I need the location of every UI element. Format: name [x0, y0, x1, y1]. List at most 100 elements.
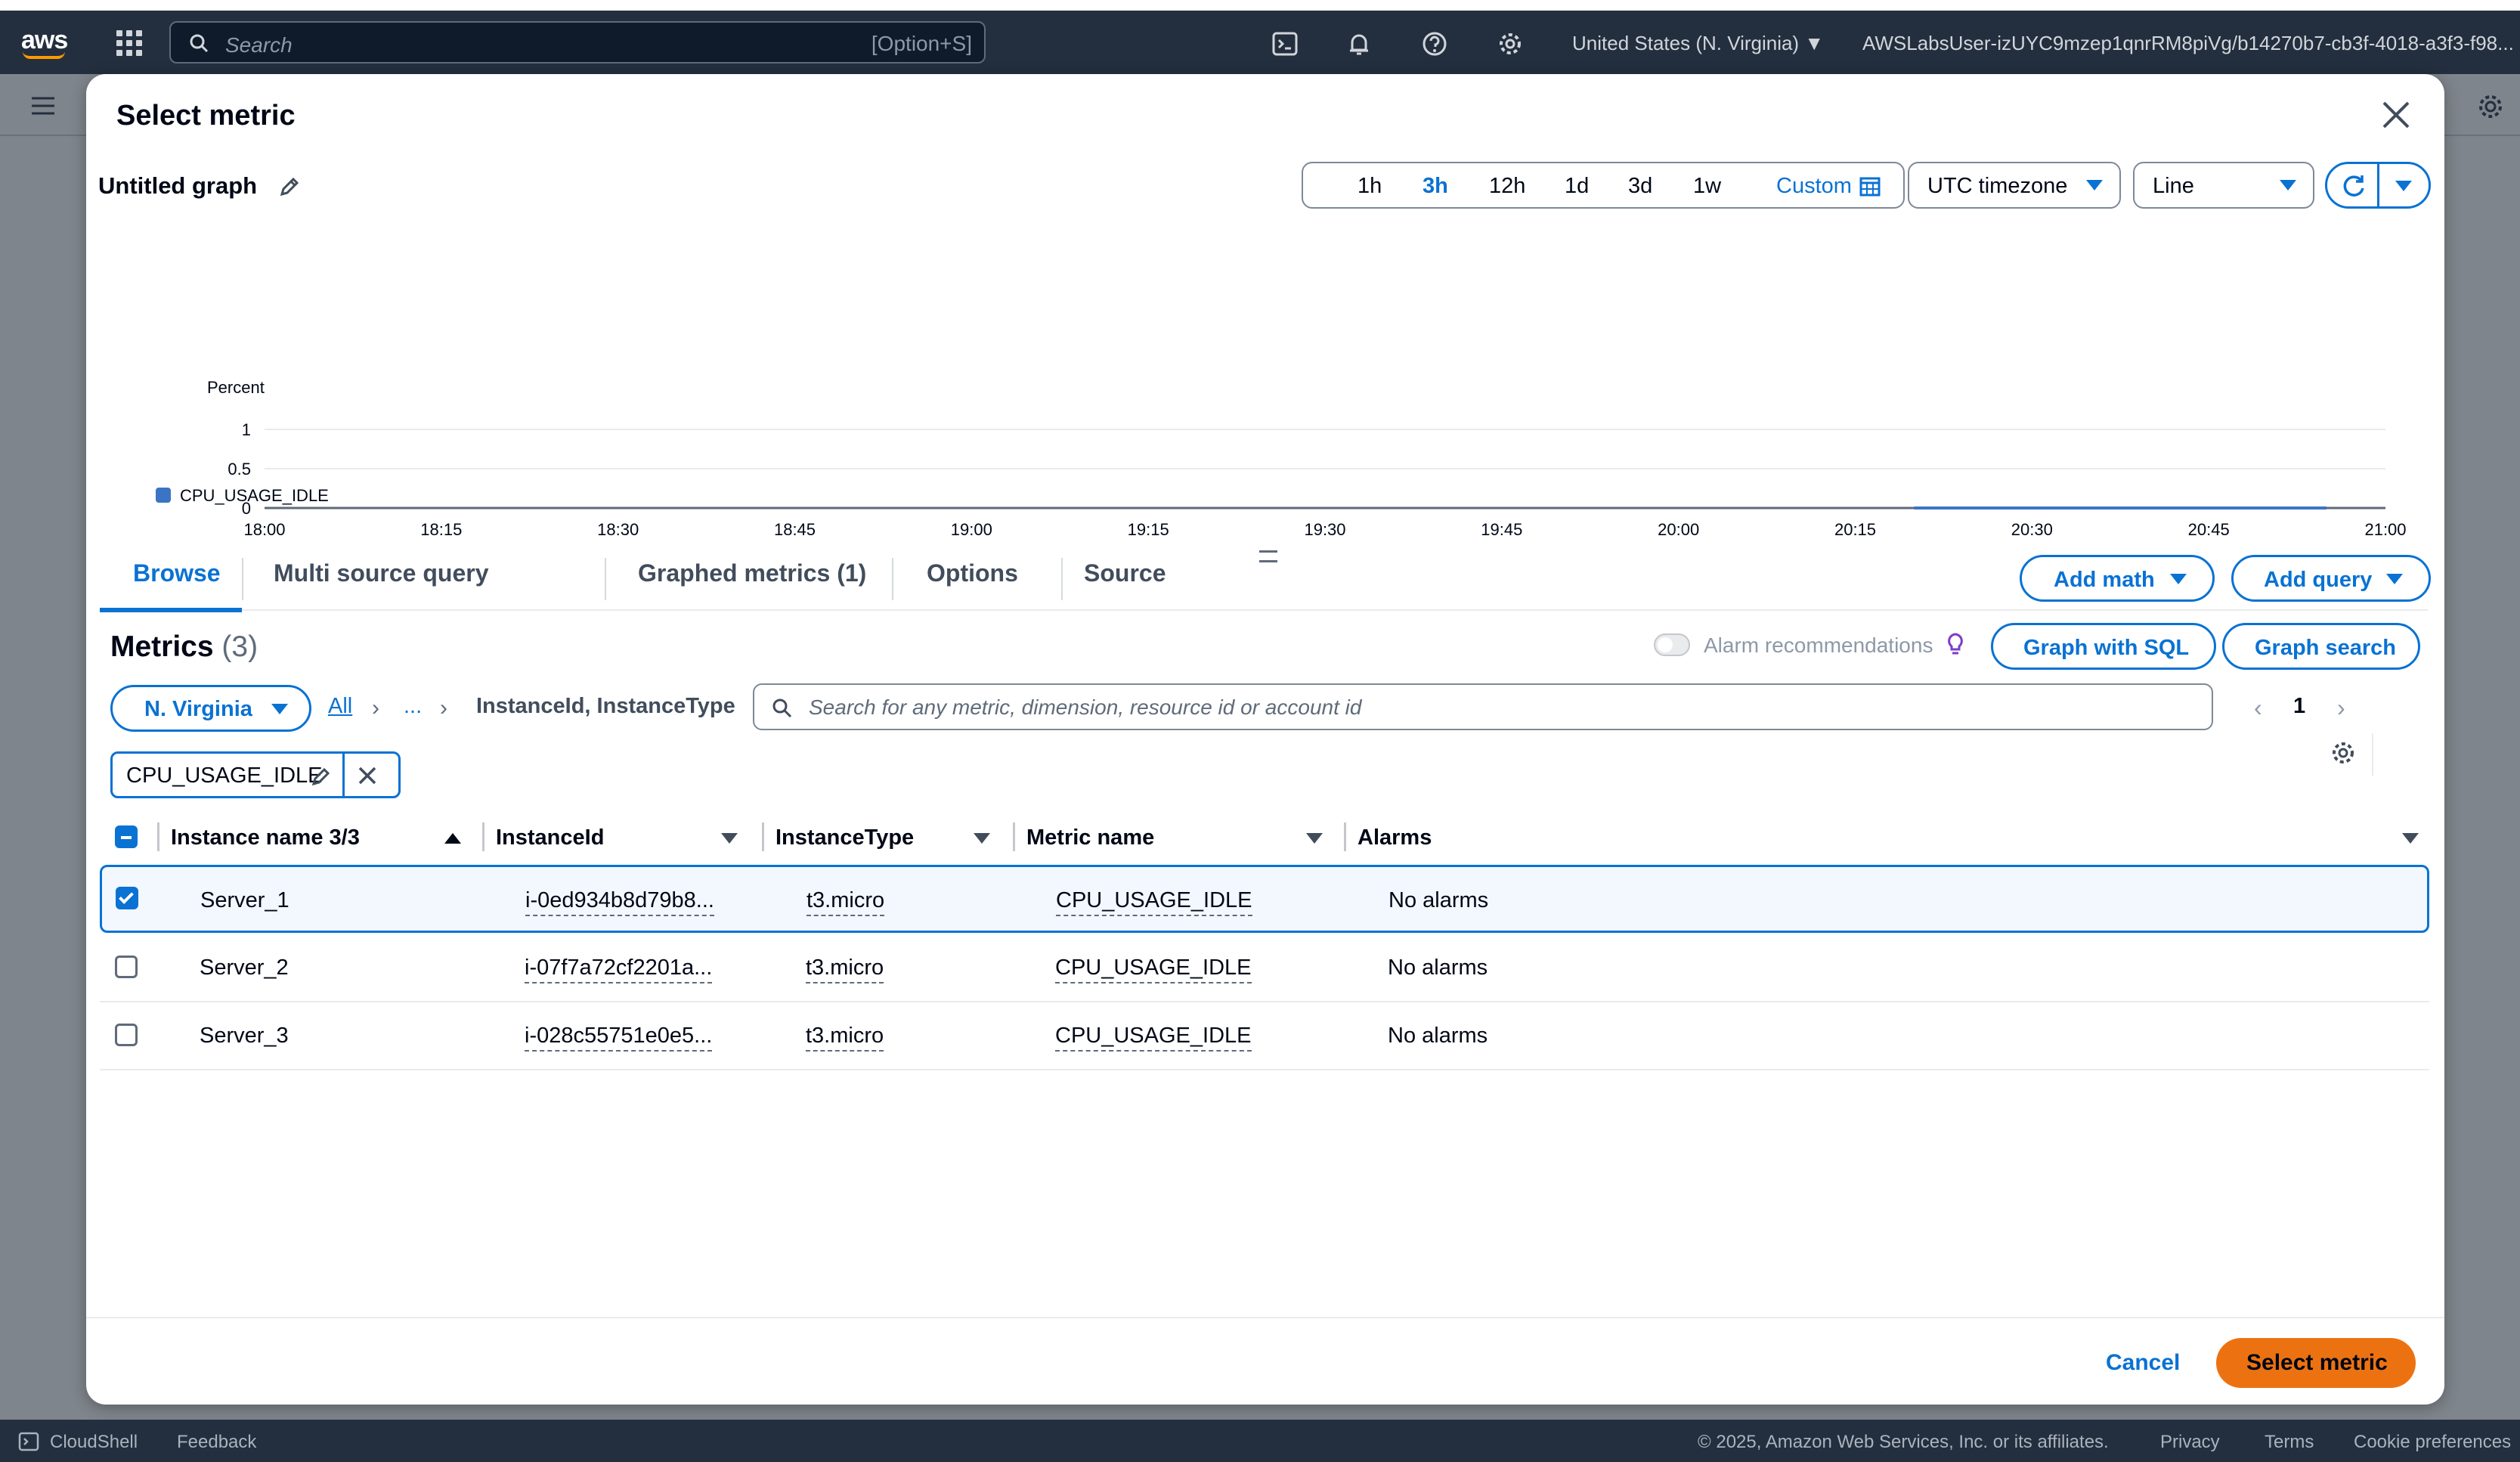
add-query-button[interactable]: Add query	[2231, 555, 2431, 602]
graph-title: Untitled graph	[98, 172, 258, 199]
row-checkbox[interactable]	[116, 887, 138, 909]
chevron-down-icon	[2170, 574, 2187, 584]
refresh-options-chevron-icon[interactable]	[2395, 181, 2412, 191]
range-3h[interactable]: 3h	[1423, 174, 1448, 199]
table-row[interactable]: Server_1 i-0ed934b8d79b8... t3.micro CPU…	[100, 865, 2429, 933]
token-divider	[342, 754, 345, 796]
remove-token-close-icon[interactable]	[356, 764, 379, 787]
range-3d[interactable]: 3d	[1628, 174, 1652, 199]
cell-metric-name[interactable]: CPU_USAGE_IDLE	[1055, 956, 1252, 983]
cookie-preferences-link[interactable]: Cookie preferences	[2354, 1432, 2511, 1453]
privacy-link[interactable]: Privacy	[2160, 1432, 2220, 1453]
edit-token-pencil-icon[interactable]	[311, 766, 332, 787]
range-custom[interactable]: Custom	[1776, 174, 1852, 199]
pagination-current-page[interactable]: 1	[2293, 694, 2305, 719]
cloudshell-icon[interactable]	[1271, 30, 1299, 57]
timezone-select[interactable]: UTC timezone	[1908, 162, 2121, 209]
graph-search-button[interactable]: Graph search	[2222, 623, 2420, 670]
tab-options[interactable]: Options	[927, 559, 1018, 587]
metric-search-input[interactable]	[809, 691, 2200, 724]
header-instance-name[interactable]: Instance name 3/3	[171, 825, 360, 850]
select-all-checkbox[interactable]	[115, 825, 138, 848]
cell-instance-type[interactable]: t3.micro	[806, 1024, 884, 1052]
cloudshell-link[interactable]: CloudShell	[50, 1432, 138, 1453]
tab-multi-source-query[interactable]: Multi source query	[274, 559, 489, 587]
breadcrumb-all[interactable]: All	[328, 694, 352, 719]
gear-icon[interactable]	[1497, 30, 1524, 57]
x-tick-label: 18:45	[774, 520, 816, 539]
row-checkbox[interactable]	[115, 1024, 138, 1046]
alarm-recommendations-toggle[interactable]	[1654, 633, 1690, 656]
search-icon	[190, 34, 209, 53]
cell-alarms: No alarms	[1388, 888, 1489, 912]
cell-metric-name[interactable]: CPU_USAGE_IDLE	[1056, 888, 1252, 916]
table-settings-gear-icon[interactable]	[2330, 739, 2357, 767]
x-tick-label: 19:30	[1304, 520, 1345, 539]
search-placeholder: Search	[225, 33, 293, 57]
feedback-link[interactable]: Feedback	[177, 1432, 256, 1453]
cell-instance-type[interactable]: t3.micro	[806, 888, 885, 916]
help-icon[interactable]	[1421, 30, 1448, 57]
refresh-divider	[2377, 164, 2379, 206]
edit-title-pencil-icon[interactable]	[278, 175, 301, 198]
tab-source[interactable]: Source	[1084, 559, 1166, 587]
calendar-icon[interactable]	[1859, 175, 1881, 197]
select-metric-button[interactable]: Select metric	[2216, 1338, 2416, 1388]
chevron-down-icon	[271, 704, 288, 714]
range-1h[interactable]: 1h	[1358, 174, 1382, 199]
sort-ascending-icon[interactable]	[444, 833, 461, 844]
y-tick-label: 0.5	[228, 460, 251, 479]
aws-logo[interactable]: aws	[21, 26, 68, 59]
header-instance-type[interactable]: InstanceType	[776, 825, 914, 850]
range-1d[interactable]: 1d	[1565, 174, 1589, 199]
table-row[interactable]: Server_3 i-028c55751e0e5... t3.micro CPU…	[100, 1002, 2429, 1070]
cell-metric-name[interactable]: CPU_USAGE_IDLE	[1055, 1024, 1252, 1052]
bell-icon[interactable]	[1345, 30, 1373, 57]
tab-browse[interactable]: Browse	[133, 559, 221, 587]
terms-link[interactable]: Terms	[2265, 1432, 2314, 1453]
services-grid-icon[interactable]	[116, 30, 142, 56]
header-metric-name[interactable]: Metric name	[1026, 825, 1154, 850]
row-checkbox[interactable]	[115, 956, 138, 978]
global-search-input[interactable]: Search [Option+S]	[169, 21, 986, 63]
header-alarms[interactable]: Alarms	[1358, 825, 1432, 850]
cloudshell-icon[interactable]	[18, 1432, 39, 1451]
pagination-prev-icon[interactable]: ‹	[2254, 694, 2262, 722]
sort-icon[interactable]	[2402, 833, 2419, 844]
menu-icon[interactable]	[30, 95, 56, 116]
region-filter-label: N. Virginia	[144, 697, 252, 721]
cell-instance-id[interactable]: i-028c55751e0e5...	[525, 1024, 713, 1052]
indeterminate-icon	[121, 836, 132, 839]
add-math-button[interactable]: Add math	[2020, 555, 2215, 602]
region-selector[interactable]: United States (N. Virginia) ▼	[1572, 32, 1824, 55]
graph-with-sql-button[interactable]: Graph with SQL	[1991, 623, 2216, 670]
x-tick-label: 21:00	[2364, 520, 2406, 539]
tab-graphed-metrics[interactable]: Graphed metrics (1)	[638, 559, 866, 587]
user-menu[interactable]: AWSLabsUser-izUYC9mzep1qnrRM8piVg/b14270…	[1862, 32, 2514, 55]
cell-instance-type[interactable]: t3.micro	[806, 956, 884, 983]
range-1w[interactable]: 1w	[1693, 174, 1721, 199]
breadcrumb-ellipsis[interactable]: ...	[404, 694, 422, 719]
alarm-recommendations-label: Alarm recommendations	[1704, 633, 1933, 657]
sort-icon[interactable]	[721, 833, 738, 844]
header-instance-id[interactable]: InstanceId	[496, 825, 604, 850]
lightbulb-icon[interactable]	[1946, 632, 1965, 658]
chart-type-select[interactable]: Line	[2133, 162, 2314, 209]
x-tick-label: 20:00	[1658, 520, 1699, 539]
sort-icon[interactable]	[974, 833, 990, 844]
search-icon	[772, 698, 792, 718]
table-row[interactable]: Server_2 i-07f7a72cf2201a... t3.micro CP…	[100, 934, 2429, 1002]
pagination-next-icon[interactable]: ›	[2337, 694, 2345, 722]
region-filter-button[interactable]: N. Virginia	[110, 685, 311, 732]
refresh-icon[interactable]	[2341, 173, 2367, 199]
column-separator	[157, 822, 159, 851]
cell-instance-id[interactable]: i-07f7a72cf2201a...	[525, 956, 713, 983]
settings-panel-icon[interactable]	[2476, 92, 2505, 121]
chevron-right-icon: ›	[440, 695, 447, 720]
close-icon[interactable]	[2381, 100, 2411, 130]
cancel-button[interactable]: Cancel	[2106, 1350, 2180, 1376]
legend-label[interactable]: CPU_USAGE_IDLE	[180, 486, 329, 506]
range-12h[interactable]: 12h	[1489, 174, 1525, 199]
cell-instance-id[interactable]: i-0ed934b8d79b8...	[525, 888, 714, 916]
sort-icon[interactable]	[1306, 833, 1323, 844]
